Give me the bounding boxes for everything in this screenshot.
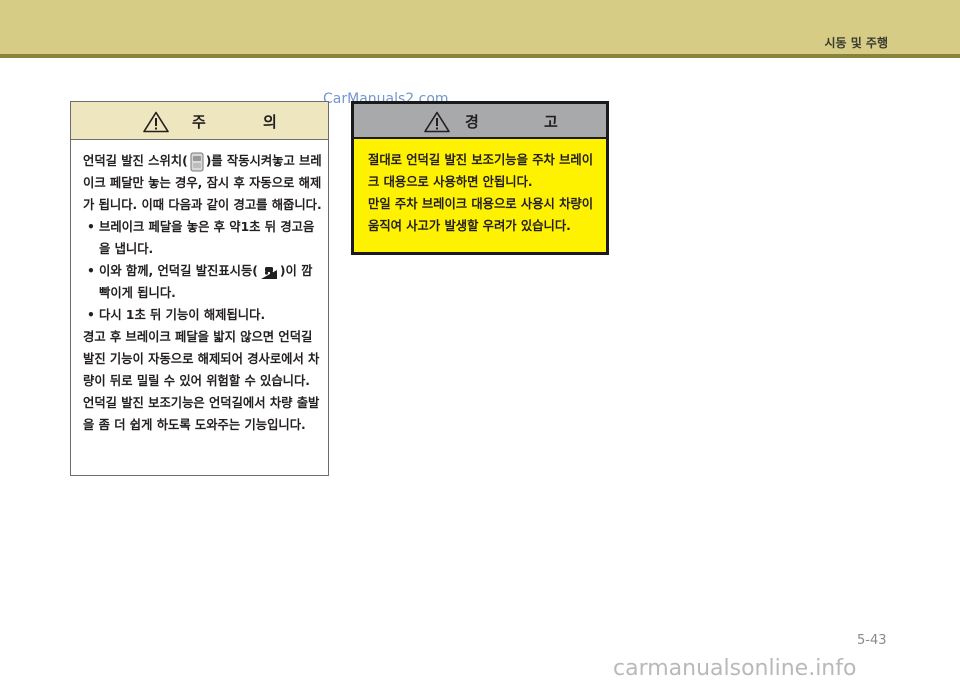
warning-text-2: 만일 주차 브레이크 대용으로 사용시 차량이 움직여 사고가 발생할 우려가 … <box>368 197 594 233</box>
caution-body: 언덕길 발진 스위치( )를 작동시켜놓고 브레이크 페달만 놓는 경우, 잠시… <box>83 150 323 436</box>
header-rule <box>0 54 960 58</box>
warning-title: 경 고 <box>465 113 588 131</box>
section-title: 시동 및 주행 <box>824 36 888 50</box>
caution-box: 주 의 언덕길 발진 스위치( )를 작동시켜놓고 브레이크 페달만 놓는 경우… <box>70 101 329 476</box>
caution-title: 주 의 <box>192 113 303 131</box>
caution-paragraph-3: 언덕길 발진 보조기능은 언덕길에서 차량 출발을 좀 더 쉽게 하도록 도와주… <box>83 396 320 432</box>
warning-box: 경 고 절대로 언덕길 발진 보조기능을 주차 브레이크 대용으로 사용하면 안… <box>351 101 609 255</box>
warning-text-1: 절대로 언덕길 발진 보조기능을 주차 브레이크 대용으로 사용하면 안됩니다. <box>368 153 594 189</box>
caution-paragraph-2: 경고 후 브레이크 페달을 밟지 않으면 언덕길 발진 기능이 자동으로 해제되… <box>83 330 320 388</box>
caution-intro-text-1: 언덕길 발진 스위치( <box>83 154 188 168</box>
warning-body: 절대로 언덕길 발진 보조기능을 주차 브레이크 대용으로 사용하면 안됩니다.… <box>368 149 596 237</box>
caution-bullet-1: 브레이크 페달을 놓은 후 약1초 뒤 경고음을 냅니다. <box>83 216 323 260</box>
warning-triangle-icon <box>143 111 169 133</box>
caution-intro: 언덕길 발진 스위치( )를 작동시켜놓고 브레이크 페달만 놓는 경우, 잠시… <box>83 150 323 216</box>
watermark-bottom: carmanualsonline.info <box>613 656 857 681</box>
warning-triangle-icon <box>424 111 450 133</box>
hill-start-switch-icon <box>190 152 204 171</box>
warning-header: 경 고 <box>354 104 606 139</box>
caution-bullet-2: 이와 함께, 언덕길 발진표시등( )이 깜빡이게 됩니다. <box>83 260 323 304</box>
caution-header: 주 의 <box>71 102 328 140</box>
hill-start-indicator-icon <box>260 266 277 279</box>
page-number: 5-43 <box>857 633 887 648</box>
header-bar <box>0 0 960 54</box>
caution-bullet-2-text-1: 이와 함께, 언덕길 발진표시등( <box>99 264 258 278</box>
caution-bullet-3: 다시 1초 뒤 기능이 해제됩니다. <box>83 304 323 326</box>
